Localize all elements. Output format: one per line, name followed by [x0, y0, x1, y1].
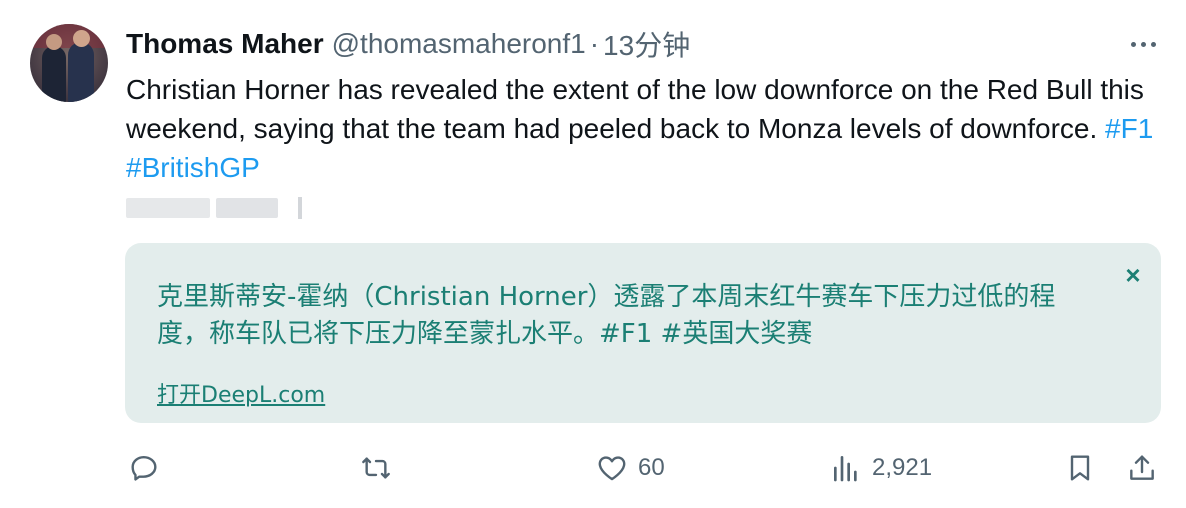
retweet-button[interactable] — [360, 445, 402, 491]
like-count: 60 — [638, 454, 665, 481]
heart-icon — [598, 456, 626, 481]
views-button[interactable]: 2,921 — [830, 445, 932, 491]
tweet-text: Christian Horner has revealed the extent… — [126, 70, 1166, 187]
avatar-head-left — [46, 34, 62, 50]
like-button[interactable]: 60 — [596, 445, 665, 491]
tweet-body: Christian Horner has revealed the extent… — [126, 74, 1144, 144]
hashtag-f1[interactable]: #F1 — [1105, 113, 1153, 144]
views-count: 2,921 — [872, 454, 933, 481]
redacted-block — [298, 197, 302, 219]
hashtag-britishgp[interactable]: #BritishGP — [126, 152, 260, 183]
more-dot — [1140, 41, 1146, 47]
retweet-icon — [362, 457, 390, 479]
share-button[interactable] — [1126, 445, 1158, 491]
tweet-header: Thomas Maher @thomasmaheronf1 · 13分钟 — [126, 26, 690, 62]
avatar-head-right — [73, 30, 90, 47]
redacted-block — [126, 198, 210, 218]
separator-dot: · — [589, 28, 600, 59]
tweet-timestamp[interactable]: 13分钟 — [603, 24, 690, 64]
reply-icon — [131, 456, 157, 481]
avatar[interactable] — [30, 24, 108, 102]
translation-card: 克里斯蒂安-霍纳（Christian Horner）透露了本周末红牛赛车下压力过… — [125, 243, 1161, 423]
reply-button[interactable] — [128, 445, 170, 491]
display-name[interactable]: Thomas Maher — [126, 28, 324, 60]
bookmark-icon — [1070, 455, 1090, 481]
deepl-link[interactable]: 打开DeepL.com — [157, 377, 325, 409]
avatar-background — [30, 24, 108, 48]
close-translation-button[interactable]: × — [1119, 261, 1147, 289]
user-handle[interactable]: @thomasmaheronf1 — [332, 28, 586, 60]
share-icon — [1130, 455, 1154, 480]
redacted-block — [216, 198, 278, 218]
translation-text: 克里斯蒂安-霍纳（Christian Horner）透露了本周末红牛赛车下压力过… — [157, 282, 1056, 349]
views-chart-icon — [834, 456, 857, 482]
avatar-figure-left — [42, 46, 66, 102]
tweet-actions: 60 2,921 — [0, 445, 1186, 491]
redacted-media-placeholder — [126, 196, 302, 220]
more-dot — [1150, 41, 1156, 47]
more-dot — [1130, 41, 1136, 47]
bookmark-button[interactable] — [1064, 445, 1096, 491]
more-options-button[interactable] — [1126, 30, 1160, 58]
avatar-figure-right — [68, 42, 94, 102]
